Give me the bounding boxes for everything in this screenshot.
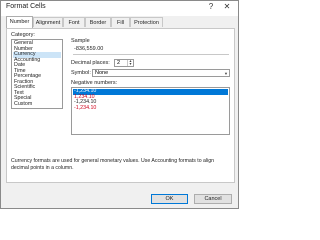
number-tab-panel: Category: General Number Currency Accoun…	[6, 28, 235, 183]
negative-number-option[interactable]: -1,234.10	[73, 105, 228, 112]
stepper-arrows-icon[interactable]: ▲ ▼	[127, 59, 133, 66]
tab-protection[interactable]: Protection	[130, 17, 163, 27]
dialog-title: Format Cells	[6, 3, 46, 10]
decimal-places-label: Decimal places:	[71, 60, 110, 66]
negative-numbers-label: Negative numbers:	[71, 80, 118, 86]
sample-label: Sample	[71, 38, 90, 44]
decimal-places-stepper[interactable]: 2 ▲ ▼	[114, 59, 134, 67]
format-cells-dialog: Format Cells ? ✕ Number Alignment Font B…	[0, 0, 239, 209]
negative-numbers-list[interactable]: -1,234.10 1,234.10 -1,234.10 -1,234.10	[71, 87, 230, 135]
tab-alignment[interactable]: Alignment	[33, 17, 63, 27]
sample-value: -836,559.00	[74, 46, 104, 52]
category-list[interactable]: General Number Currency Accounting Date …	[11, 39, 63, 109]
cancel-button[interactable]: Cancel	[194, 194, 232, 204]
format-description: Currency formats are used for general mo…	[11, 158, 214, 171]
sample-box: -836,559.00	[73, 45, 229, 55]
category-item[interactable]: Custom	[13, 101, 61, 108]
category-label: Category:	[11, 32, 35, 38]
tab-number[interactable]: Number	[6, 16, 33, 28]
ok-button[interactable]: OK	[151, 194, 188, 204]
help-button[interactable]: ?	[206, 2, 216, 11]
title-bar: Format Cells ? ✕	[1, 1, 238, 16]
tab-fill[interactable]: Fill	[111, 17, 130, 27]
tab-border[interactable]: Border	[85, 17, 111, 27]
symbol-select[interactable]: None ▼	[92, 69, 230, 77]
tab-font[interactable]: Font	[63, 17, 85, 27]
chevron-down-icon: ▼	[224, 71, 228, 76]
decimal-places-value: 2	[117, 60, 121, 66]
symbol-value: None	[95, 70, 109, 76]
symbol-label: Symbol:	[71, 70, 91, 76]
close-icon[interactable]: ✕	[222, 2, 232, 11]
